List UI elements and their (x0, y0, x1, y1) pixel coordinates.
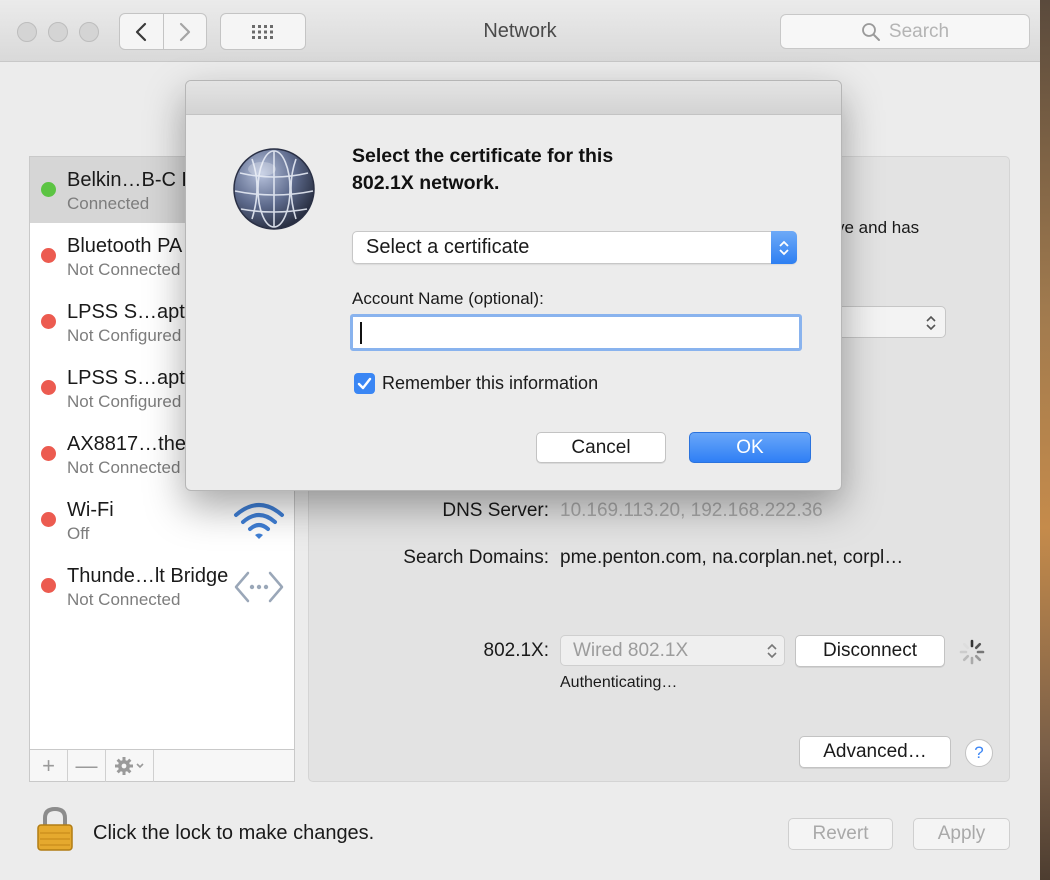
certificate-sheet-dialog: Select the certificate for this 802.1X n… (185, 80, 842, 491)
add-service-button[interactable]: + (30, 750, 68, 782)
remember-checkbox-row[interactable]: Remember this information (354, 373, 598, 394)
dialog-title-line1: Select the certificate for this (352, 145, 614, 167)
status-description-partial: ve and has (836, 218, 920, 237)
desktop-background (1040, 0, 1050, 880)
apply-button[interactable]: Apply (913, 818, 1010, 850)
service-name: LPSS S…apte (67, 367, 196, 389)
disconnected-status-dot (41, 380, 56, 395)
account-name-label: Account Name (optional): (352, 289, 544, 308)
service-status: Not Connected (67, 260, 181, 279)
certificate-popup[interactable]: Select a certificate (352, 231, 797, 264)
gear-icon (114, 757, 144, 775)
popup-arrows-icon (767, 643, 777, 659)
search-domains-value: pme.penton.com, na.corplan.net, corpl… (560, 547, 904, 568)
thunderbolt-bridge-icon (234, 571, 284, 603)
wifi-icon (234, 503, 284, 539)
service-status: Not Connected (67, 458, 181, 477)
dot1x-profile-value: Wired 802.1X (573, 640, 689, 661)
advanced-button[interactable]: Advanced… (799, 736, 951, 768)
cancel-button[interactable]: Cancel (536, 432, 666, 463)
certificate-popup-value: Select a certificate (366, 236, 530, 258)
service-name: Thunde…lt Bridge (67, 565, 229, 587)
disconnect-button[interactable]: Disconnect (795, 635, 945, 667)
disconnected-status-dot (41, 446, 56, 461)
sheet-title-bar (186, 81, 841, 115)
remember-checkbox[interactable] (354, 373, 375, 394)
remember-label: Remember this information (382, 373, 599, 393)
search-placeholder: Search (888, 20, 950, 42)
service-item-wifi[interactable]: Wi-Fi Off (30, 487, 294, 553)
authenticating-status: Authenticating… (560, 674, 678, 691)
lock-message: Click the lock to make changes. (93, 822, 375, 844)
network-preferences-window: Network Search Belkin…B-C L Connected Bl… (0, 0, 1040, 880)
service-name: Belkin…B-C L (67, 169, 193, 191)
search-domains-label: Search Domains: (403, 547, 549, 568)
disconnected-status-dot (41, 314, 56, 329)
service-name: AX8817…the (67, 433, 186, 455)
disconnected-status-dot (41, 248, 56, 263)
progress-spinner-icon (959, 639, 985, 665)
service-name: Wi-Fi (67, 499, 114, 521)
service-status: Off (67, 524, 90, 543)
popup-stepper[interactable] (771, 231, 797, 264)
remove-service-button[interactable]: — (68, 750, 106, 782)
window-toolbar: Network Search (0, 0, 1040, 62)
dot1x-label: 802.1X: (483, 640, 550, 661)
lock-icon[interactable] (36, 806, 74, 852)
service-name: Bluetooth PA (67, 235, 183, 257)
connected-status-dot (41, 182, 56, 197)
service-name: LPSS S…apte (67, 301, 196, 323)
network-globe-icon (233, 148, 315, 230)
popup-arrows-icon (779, 240, 789, 255)
popup-arrows-icon (926, 315, 936, 331)
service-item-thunderbolt-bridge[interactable]: Thunde…lt Bridge Not Connected (30, 553, 294, 619)
service-status: Not Configured (67, 326, 182, 345)
dialog-title: Select the certificate for this 802.1X n… (352, 143, 712, 197)
search-field[interactable]: Search (780, 14, 1030, 49)
disconnected-status-dot (41, 512, 56, 527)
service-action-menu-button[interactable] (106, 750, 154, 782)
dns-server-value: 10.169.113.20, 192.168.222.36 (560, 500, 823, 521)
dot1x-profile-popup[interactable]: Wired 802.1X (560, 635, 785, 666)
account-name-field[interactable] (350, 314, 802, 351)
help-button[interactable]: ? (965, 739, 993, 767)
dns-server-label: DNS Server: (442, 500, 549, 521)
search-icon (861, 22, 880, 41)
ok-button[interactable]: OK (689, 432, 811, 463)
dialog-title-line2: 802.1X network. (352, 172, 500, 194)
service-status: Not Connected (67, 590, 181, 609)
service-status: Connected (67, 194, 150, 213)
checkmark-icon (357, 377, 372, 390)
service-list-toolbar: + — (30, 749, 294, 782)
revert-button[interactable]: Revert (788, 818, 893, 850)
service-status: Not Configured (67, 392, 182, 411)
disconnected-status-dot (41, 578, 56, 593)
